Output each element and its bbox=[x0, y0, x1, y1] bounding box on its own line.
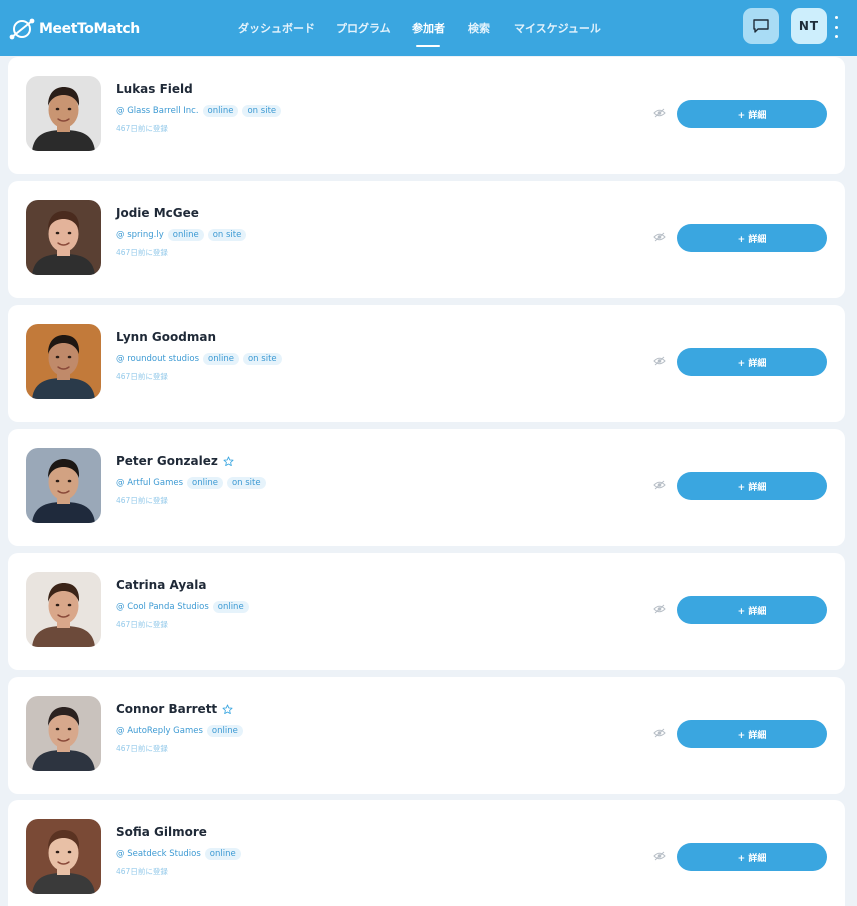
company-name[interactable]: @ Glass Barrell Inc. bbox=[116, 106, 199, 116]
star-icon[interactable] bbox=[222, 704, 233, 715]
company-name[interactable]: @ AutoReply Games bbox=[116, 726, 203, 736]
star-icon[interactable] bbox=[223, 456, 234, 467]
participant-meta: @ roundout studios online on site bbox=[116, 351, 282, 367]
hide-eye-icon[interactable] bbox=[653, 480, 666, 490]
hide-eye-icon[interactable] bbox=[653, 728, 666, 738]
participant-photo[interactable] bbox=[26, 200, 101, 275]
registration-date: 467日前に登録 bbox=[116, 496, 168, 505]
participant-photo[interactable] bbox=[26, 448, 101, 523]
participant-card: Peter Gonzalez @ Artful Games online on s… bbox=[8, 429, 845, 546]
participant-name[interactable]: Lukas Field bbox=[116, 82, 193, 96]
participant-card: Catrina Ayala @ Cool Panda Studios onlin… bbox=[8, 553, 845, 670]
participant-name-row: Catrina Ayala bbox=[116, 578, 206, 592]
participant-photo[interactable] bbox=[26, 572, 101, 647]
participant-name-row: Lukas Field bbox=[116, 82, 193, 96]
status-badge: online bbox=[206, 725, 243, 737]
main-nav: ダッシュボード プログラム 参加者 検索 マイスケジュール bbox=[238, 19, 614, 47]
status-badge: on site bbox=[226, 477, 266, 489]
participant-meta: @ Glass Barrell Inc. online on site bbox=[116, 103, 282, 119]
participant-photo[interactable] bbox=[26, 324, 101, 399]
participant-name-row: Connor Barrett bbox=[116, 702, 233, 716]
detail-button[interactable]: + 詳細 bbox=[677, 596, 827, 624]
participant-name[interactable]: Sofia Gilmore bbox=[116, 825, 207, 839]
participant-card: Lynn Goodman @ roundout studios online on… bbox=[8, 305, 845, 422]
participant-card: Sofia Gilmore @ Seatdeck Studios online … bbox=[8, 800, 845, 906]
detail-button[interactable]: + 詳細 bbox=[677, 843, 827, 871]
detail-button[interactable]: + 詳細 bbox=[677, 100, 827, 128]
participant-card: Connor Barrett @ AutoReply Games online … bbox=[8, 677, 845, 794]
user-avatar-button[interactable]: NT bbox=[791, 8, 827, 44]
chat-button[interactable] bbox=[743, 8, 779, 44]
participant-name[interactable]: Lynn Goodman bbox=[116, 330, 216, 344]
registration-date: 467日前に登録 bbox=[116, 248, 168, 257]
participant-meta: @ spring.ly online on site bbox=[116, 227, 247, 243]
company-name[interactable]: @ Cool Panda Studios bbox=[116, 602, 209, 612]
company-name[interactable]: @ Seatdeck Studios bbox=[116, 849, 201, 859]
participant-name-row: Peter Gonzalez bbox=[116, 454, 234, 468]
hide-eye-icon[interactable] bbox=[653, 356, 666, 366]
tab-participants[interactable]: 参加者 bbox=[412, 19, 468, 47]
brand-name: MeetToMatch bbox=[39, 21, 140, 37]
participant-photo[interactable] bbox=[26, 76, 101, 151]
chat-icon bbox=[753, 19, 769, 33]
participant-photo[interactable] bbox=[26, 696, 101, 771]
participant-name-row: Jodie McGee bbox=[116, 206, 199, 220]
participant-meta: @ AutoReply Games online bbox=[116, 723, 243, 739]
status-badge: online bbox=[187, 477, 223, 489]
tab-program[interactable]: プログラム bbox=[336, 19, 412, 45]
registration-date: 467日前に登録 bbox=[116, 620, 168, 629]
status-badge: on site bbox=[242, 353, 282, 365]
registration-date: 467日前に登録 bbox=[116, 124, 168, 133]
company-name[interactable]: @ roundout studios bbox=[116, 354, 199, 364]
participant-meta: @ Artful Games online on site bbox=[116, 475, 266, 491]
participant-card: Lukas Field @ Glass Barrell Inc. online o… bbox=[8, 57, 845, 174]
status-badge: online bbox=[167, 229, 204, 241]
hide-eye-icon[interactable] bbox=[653, 232, 666, 242]
registration-date: 467日前に登録 bbox=[116, 867, 168, 876]
participant-name-row: Sofia Gilmore bbox=[116, 825, 207, 839]
registration-date: 467日前に登録 bbox=[116, 744, 168, 753]
status-badge: on site bbox=[207, 229, 247, 241]
participant-name-row: Lynn Goodman bbox=[116, 330, 216, 344]
hide-eye-icon[interactable] bbox=[653, 604, 666, 614]
tab-my-schedule[interactable]: マイスケジュール bbox=[514, 19, 614, 45]
participant-card: Jodie McGee @ spring.ly online on site 46… bbox=[8, 181, 845, 298]
hide-eye-icon[interactable] bbox=[653, 851, 666, 861]
tab-dashboard[interactable]: ダッシュボード bbox=[238, 19, 336, 45]
participant-meta: @ Cool Panda Studios online bbox=[116, 599, 249, 615]
company-name[interactable]: @ spring.ly bbox=[116, 230, 164, 240]
participant-name[interactable]: Peter Gonzalez bbox=[116, 454, 218, 468]
company-name[interactable]: @ Artful Games bbox=[116, 478, 183, 488]
meettomatch-logo-icon bbox=[9, 18, 35, 40]
status-badge: online bbox=[212, 601, 249, 613]
top-navigation-bar: MeetToMatch ダッシュボード プログラム 参加者 検索 マイスケジュー… bbox=[0, 0, 857, 56]
detail-button[interactable]: + 詳細 bbox=[677, 224, 827, 252]
status-badge: online bbox=[204, 848, 241, 860]
status-badge: on site bbox=[242, 105, 282, 117]
app-logo[interactable]: MeetToMatch bbox=[9, 18, 140, 40]
status-badge: online bbox=[202, 105, 239, 117]
detail-button[interactable]: + 詳細 bbox=[677, 472, 827, 500]
participant-name[interactable]: Catrina Ayala bbox=[116, 578, 206, 592]
participant-photo[interactable] bbox=[26, 819, 101, 894]
kebab-menu-icon[interactable] bbox=[832, 16, 840, 38]
participant-meta: @ Seatdeck Studios online bbox=[116, 846, 241, 862]
status-badge: online bbox=[203, 353, 239, 365]
detail-button[interactable]: + 詳細 bbox=[677, 720, 827, 748]
hide-eye-icon[interactable] bbox=[653, 108, 666, 118]
registration-date: 467日前に登録 bbox=[116, 372, 168, 381]
participant-name[interactable]: Connor Barrett bbox=[116, 702, 217, 716]
participant-name[interactable]: Jodie McGee bbox=[116, 206, 199, 220]
tab-search[interactable]: 検索 bbox=[468, 19, 514, 45]
detail-button[interactable]: + 詳細 bbox=[677, 348, 827, 376]
